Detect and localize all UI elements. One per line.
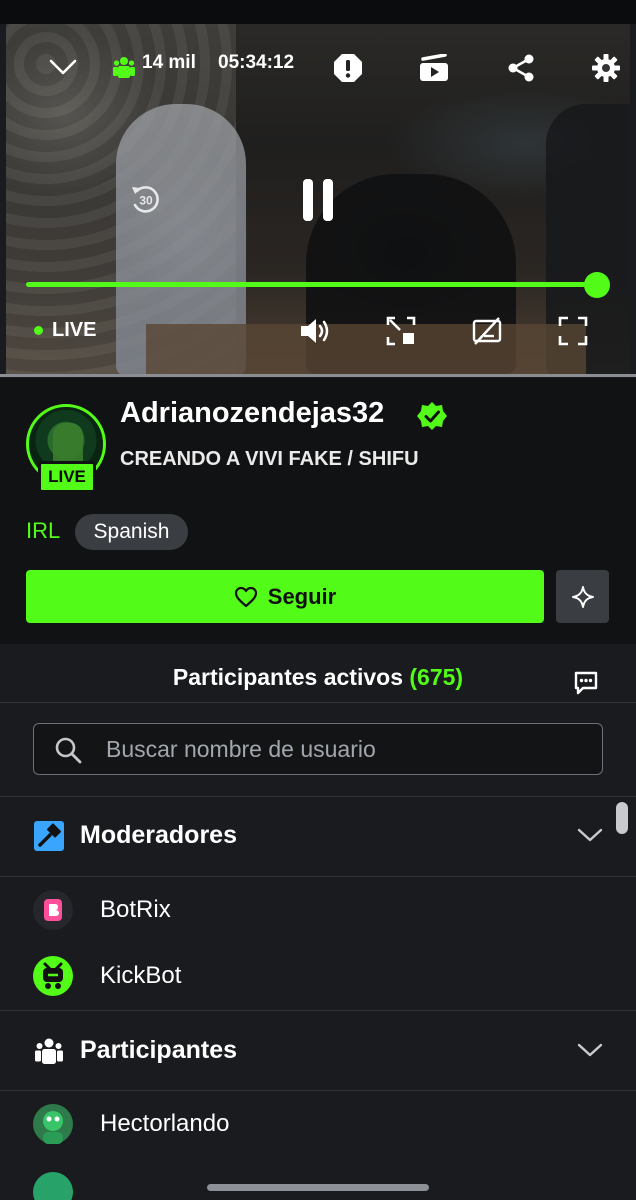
progress-handle[interactable] <box>584 272 610 298</box>
video-divider <box>0 374 636 377</box>
stream-title: CREANDO A VIVI FAKE / SHIFU <box>120 448 419 470</box>
captions-off-icon <box>472 317 502 345</box>
fullscreen-button[interactable] <box>556 314 590 348</box>
chevron-down-icon <box>577 1043 603 1057</box>
user-name: KickBot <box>100 962 182 989</box>
pause-button[interactable] <box>298 176 338 224</box>
participants-title: Participantes activos (675) <box>0 664 636 691</box>
subscribe-button[interactable] <box>556 570 609 623</box>
chevron-down-icon <box>49 59 77 75</box>
moderators-section-header[interactable]: Moderadores <box>0 797 636 875</box>
people-icon <box>35 1038 63 1064</box>
follow-label: Seguir <box>267 583 337 609</box>
chat-toggle-button[interactable] <box>572 669 600 702</box>
svg-text:30: 30 <box>139 194 153 208</box>
participants-title-text: Participantes activos <box>172 664 403 690</box>
captions-off-button[interactable] <box>470 314 504 348</box>
divider <box>0 1010 636 1011</box>
participants-count: (675) <box>409 664 464 690</box>
minimize-button[interactable] <box>384 314 418 348</box>
participants-section-header[interactable]: Participantes <box>0 1012 636 1090</box>
viewers-icon <box>112 54 136 80</box>
participants-section-label: Participantes <box>80 1036 238 1064</box>
volume-icon <box>301 319 329 343</box>
volume-button[interactable] <box>298 316 332 346</box>
rewind-30-button[interactable]: 30 <box>128 182 164 218</box>
report-button[interactable] <box>332 52 364 84</box>
chat-icon <box>574 671 598 695</box>
category-link[interactable]: IRL <box>26 518 60 544</box>
divider <box>0 876 636 877</box>
home-indicator[interactable] <box>207 1184 429 1191</box>
collapse-player-button[interactable] <box>46 54 80 80</box>
clip-button[interactable] <box>418 52 450 84</box>
fullscreen-icon <box>558 316 588 346</box>
rewind-30-icon: 30 <box>132 186 159 213</box>
sparkle-icon <box>571 585 594 608</box>
live-badge: LIVE <box>38 461 96 493</box>
chevron-down-icon <box>577 828 603 842</box>
moderators-label: Moderadores <box>80 821 237 849</box>
user-avatar <box>33 1172 73 1200</box>
language-tag[interactable]: Spanish <box>75 514 188 550</box>
user-name: BotRix <box>100 896 171 923</box>
share-button[interactable] <box>505 52 537 84</box>
divider <box>0 1090 636 1091</box>
divider <box>0 702 636 703</box>
clip-icon <box>420 54 448 81</box>
search-input[interactable] <box>106 732 586 766</box>
follow-button[interactable]: Seguir <box>26 570 544 623</box>
pause-icon <box>303 179 333 221</box>
user-avatar <box>33 890 73 930</box>
user-avatar <box>33 1104 73 1144</box>
live-label: LIVE <box>52 319 97 341</box>
verified-badge-icon <box>417 401 447 436</box>
search-box[interactable] <box>33 723 603 775</box>
viewer-count: 14 mil <box>142 52 196 73</box>
status-bar <box>0 0 636 24</box>
heart-icon <box>234 586 257 607</box>
user-avatar <box>33 956 73 996</box>
minimize-icon <box>386 316 416 346</box>
participant-row[interactable]: Hectorlando <box>0 1092 636 1156</box>
progress-bar[interactable] <box>26 282 598 287</box>
stream-timer: 05:34:12 <box>218 52 295 73</box>
settings-button[interactable] <box>590 52 622 84</box>
channel-name[interactable]: Adrianozendejas32 <box>120 397 384 430</box>
gear-icon <box>592 54 620 82</box>
share-icon <box>508 54 534 82</box>
user-name: Hectorlando <box>100 1110 230 1137</box>
search-icon <box>55 737 82 764</box>
report-icon <box>334 54 362 82</box>
live-indicator-dot <box>34 326 43 335</box>
moderator-row[interactable]: KickBot <box>0 944 636 1008</box>
scrollbar[interactable] <box>616 802 628 834</box>
moderator-row[interactable]: BotRix <box>0 878 636 942</box>
hammer-icon <box>34 821 64 851</box>
